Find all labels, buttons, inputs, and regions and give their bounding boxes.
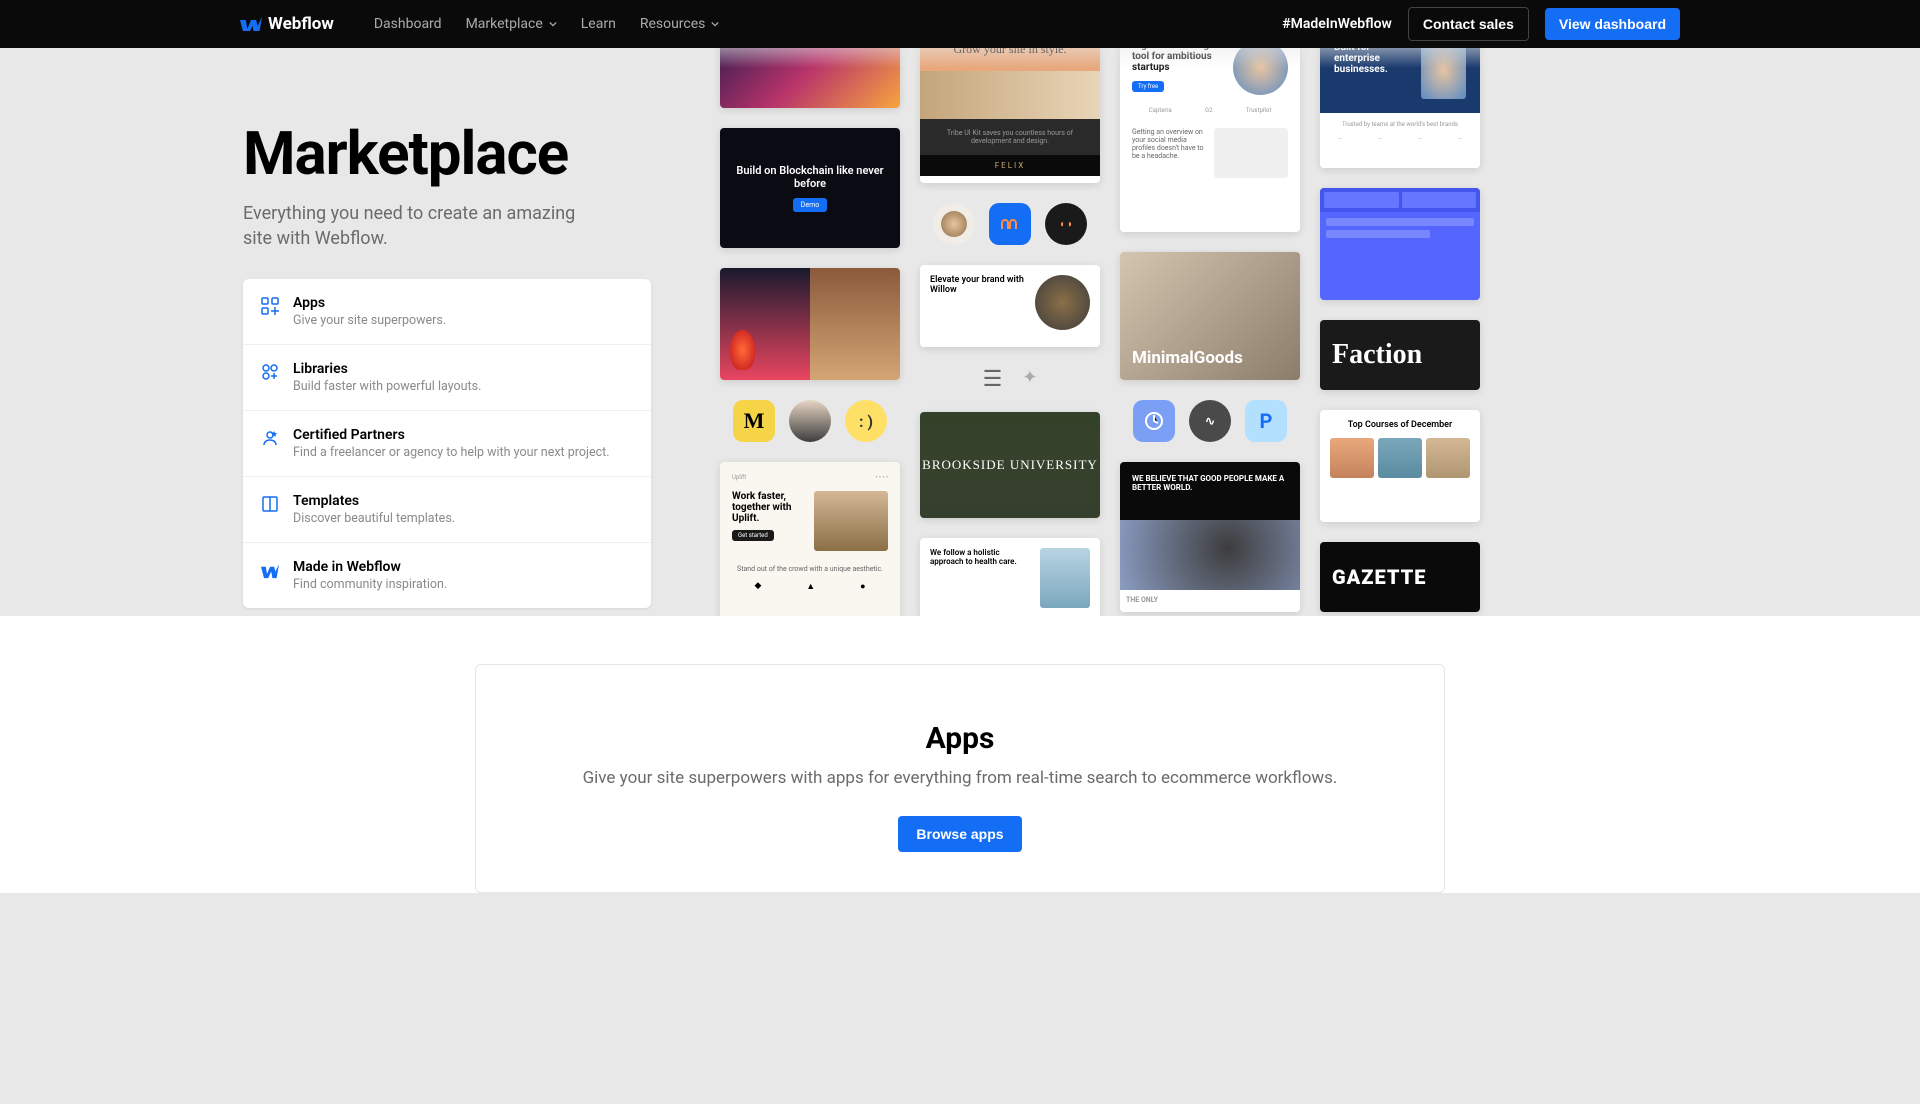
chevron-down-icon bbox=[549, 20, 557, 28]
app-icon[interactable] bbox=[1133, 400, 1175, 442]
apps-subtitle: Give your site superpowers with apps for… bbox=[516, 766, 1404, 792]
apps-section: Apps Give your site superpowers with app… bbox=[0, 616, 1920, 893]
webflow-logo[interactable]: Webflow bbox=[240, 14, 334, 34]
category-apps[interactable]: Apps Give your site superpowers. bbox=[243, 279, 651, 345]
template-thumb[interactable] bbox=[1320, 188, 1480, 300]
template-thumb[interactable]: BROOKSIDE UNIVERSITY bbox=[920, 412, 1100, 518]
nav-dashboard[interactable]: Dashboard bbox=[374, 16, 442, 32]
page-title: Marketplace bbox=[243, 118, 600, 189]
chevron-down-icon bbox=[711, 20, 719, 28]
libraries-icon bbox=[261, 363, 279, 381]
hero-content: Marketplace Everything you need to creat… bbox=[0, 48, 600, 608]
template-thumb[interactable] bbox=[720, 268, 900, 380]
category-desc: Discover beautiful templates. bbox=[293, 511, 455, 526]
apps-card: Apps Give your site superpowers with app… bbox=[475, 664, 1445, 893]
templates-icon bbox=[261, 495, 279, 513]
template-thumb[interactable]: Digital marketing tool for ambitious sta… bbox=[1120, 48, 1300, 232]
category-list: Apps Give your site superpowers. Librari… bbox=[243, 279, 651, 608]
app-icon[interactable] bbox=[933, 203, 975, 245]
view-dashboard-button[interactable]: View dashboard bbox=[1545, 8, 1680, 40]
app-icon[interactable] bbox=[789, 400, 831, 442]
webflow-logo-icon bbox=[240, 17, 262, 31]
template-thumb[interactable]: Faction bbox=[1320, 320, 1480, 390]
app-icon-row: ∿ P bbox=[1120, 400, 1300, 442]
webflow-icon bbox=[261, 561, 279, 579]
template-thumb[interactable]: Grow your site in style. Tribe UI Kit sa… bbox=[920, 48, 1100, 183]
app-icon-row: ◐◑ bbox=[920, 203, 1100, 245]
template-gallery: Build on Blockchain like never before De… bbox=[720, 48, 1920, 616]
category-libraries[interactable]: Libraries Build faster with powerful lay… bbox=[243, 345, 651, 411]
partners-icon bbox=[261, 429, 279, 447]
primary-nav: Dashboard Marketplace Learn Resources bbox=[374, 16, 720, 32]
app-icon[interactable]: ✦ bbox=[1022, 367, 1037, 392]
category-title: Libraries bbox=[293, 361, 481, 377]
gallery-column: Digital marketing tool for ambitious sta… bbox=[1120, 48, 1300, 616]
nav-resources[interactable]: Resources bbox=[640, 16, 720, 32]
category-partners[interactable]: Certified Partners Find a freelancer or … bbox=[243, 411, 651, 477]
category-title: Templates bbox=[293, 493, 455, 509]
app-icon[interactable]: P bbox=[1245, 400, 1287, 442]
app-icon-row: M : ) bbox=[720, 400, 900, 442]
template-thumb[interactable]: GAZETTE bbox=[1320, 542, 1480, 612]
header-right: #MadeInWebflow Contact sales View dashbo… bbox=[1282, 7, 1680, 41]
category-desc: Give your site superpowers. bbox=[293, 313, 446, 328]
nav-marketplace[interactable]: Marketplace bbox=[466, 16, 557, 32]
app-icon-row: ☰ ✦ bbox=[920, 367, 1100, 392]
main-header: Webflow Dashboard Marketplace Learn Reso… bbox=[0, 0, 1920, 48]
template-thumb[interactable]: Built for enterprise businesses. Trusted… bbox=[1320, 48, 1480, 168]
template-thumb[interactable]: Uplift• • • • Work faster, together with… bbox=[720, 462, 900, 616]
app-icon[interactable]: M bbox=[733, 400, 775, 442]
template-thumb[interactable]: We follow a holistic approach to health … bbox=[920, 538, 1100, 616]
category-made-in-webflow[interactable]: Made in Webflow Find community inspirati… bbox=[243, 543, 651, 608]
template-thumb[interactable]: WE BELIEVE THAT GOOD PEOPLE MAKE A BETTE… bbox=[1120, 462, 1300, 612]
made-in-webflow-link[interactable]: #MadeInWebflow bbox=[1282, 16, 1392, 32]
browse-apps-button[interactable]: Browse apps bbox=[898, 816, 1021, 852]
apps-icon bbox=[261, 297, 279, 315]
brand-name: Webflow bbox=[268, 14, 334, 34]
template-thumb[interactable] bbox=[720, 48, 900, 108]
category-title: Certified Partners bbox=[293, 427, 610, 443]
template-thumb[interactable]: MinimalGoods bbox=[1120, 252, 1300, 380]
template-thumb[interactable]: Elevate your brand with Willow bbox=[920, 265, 1100, 347]
category-desc: Build faster with powerful layouts. bbox=[293, 379, 481, 394]
header-left: Webflow Dashboard Marketplace Learn Reso… bbox=[240, 14, 719, 34]
page-subtitle: Everything you need to create an amazing… bbox=[243, 201, 583, 251]
app-icon[interactable] bbox=[989, 203, 1031, 245]
gallery-column: Built for enterprise businesses. Trusted… bbox=[1320, 48, 1480, 616]
category-desc: Find community inspiration. bbox=[293, 577, 447, 592]
app-icon[interactable]: ◐◑ bbox=[1045, 203, 1087, 245]
contact-sales-button[interactable]: Contact sales bbox=[1408, 7, 1529, 41]
app-icon[interactable]: ∿ bbox=[1189, 400, 1231, 442]
category-title: Made in Webflow bbox=[293, 559, 447, 575]
category-title: Apps bbox=[293, 295, 446, 311]
gallery-column: Grow your site in style. Tribe UI Kit sa… bbox=[920, 48, 1100, 616]
template-thumb[interactable]: Top Courses of December bbox=[1320, 410, 1480, 522]
apps-title: Apps bbox=[516, 721, 1404, 756]
nav-learn[interactable]: Learn bbox=[581, 16, 616, 32]
hero-section: Marketplace Everything you need to creat… bbox=[0, 48, 1920, 616]
app-icon[interactable]: : ) bbox=[845, 400, 887, 442]
category-desc: Find a freelancer or agency to help with… bbox=[293, 445, 610, 460]
gallery-column: Build on Blockchain like never before De… bbox=[720, 48, 900, 616]
app-icon[interactable]: ☰ bbox=[983, 367, 1003, 392]
template-thumb[interactable]: Build on Blockchain like never before De… bbox=[720, 128, 900, 248]
category-templates[interactable]: Templates Discover beautiful templates. bbox=[243, 477, 651, 543]
